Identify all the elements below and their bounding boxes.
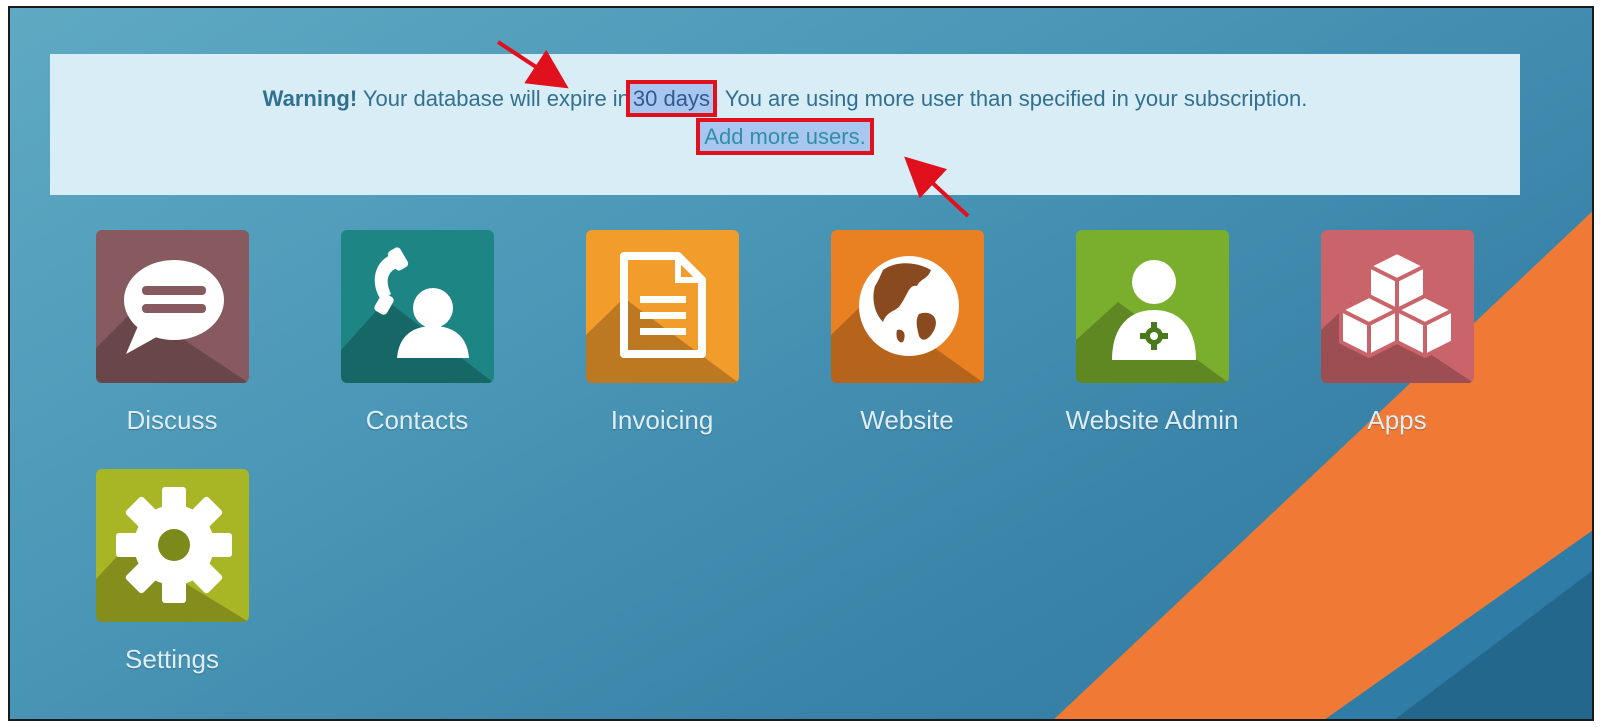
speech-bubble-icon xyxy=(123,260,224,354)
warning-line: Warning! Your database will expire in 30 … xyxy=(50,80,1520,118)
discuss-tile xyxy=(95,230,249,383)
app-label: Invoicing xyxy=(610,405,714,435)
app-label: Discuss xyxy=(126,405,218,435)
app-invoicing[interactable]: Invoicing xyxy=(567,230,757,436)
cubes-icon xyxy=(1338,250,1455,358)
contact-phone-icon xyxy=(373,247,469,358)
app-website-admin[interactable]: Website Admin xyxy=(1057,230,1247,436)
contacts-tile xyxy=(340,230,494,383)
gear-icon xyxy=(115,487,232,603)
app-label: Website xyxy=(860,405,954,435)
app-label: Website Admin xyxy=(1065,405,1239,435)
apps-tile xyxy=(1320,230,1474,383)
website-admin-tile xyxy=(1075,230,1229,383)
app-apps[interactable]: Apps xyxy=(1302,230,1492,436)
user-gear-icon xyxy=(1111,260,1196,360)
screenshot-frame: Warning! Your database will expire in 30 … xyxy=(8,6,1594,721)
add-more-users-link[interactable]: Add more users. xyxy=(696,118,874,155)
website-tile xyxy=(830,230,984,383)
settings-tile xyxy=(95,469,249,622)
globe-icon xyxy=(858,256,959,356)
app-contacts[interactable]: Contacts xyxy=(322,230,512,436)
subscription-text: . You are using more user than specified… xyxy=(712,86,1308,111)
app-settings[interactable]: Settings xyxy=(77,469,267,675)
app-label: Settings xyxy=(125,644,219,674)
warning-text: Your database will expire in xyxy=(362,86,630,111)
warning-label: Warning! xyxy=(262,86,358,111)
document-icon xyxy=(619,252,706,358)
app-discuss[interactable]: Discuss xyxy=(77,230,267,436)
warning-banner: Warning! Your database will expire in 30 … xyxy=(50,54,1520,195)
app-website[interactable]: Website xyxy=(812,230,1002,436)
app-home-background: Warning! Your database will expire in 30 … xyxy=(10,8,1592,719)
add-users-line: Add more users. xyxy=(50,118,1520,156)
app-label: Contacts xyxy=(365,405,469,435)
add-more-users-label: Add more users xyxy=(704,124,860,149)
app-label: Apps xyxy=(1367,405,1427,435)
expiry-days-highlight: 30 days xyxy=(625,80,717,117)
invoicing-tile xyxy=(585,230,739,383)
